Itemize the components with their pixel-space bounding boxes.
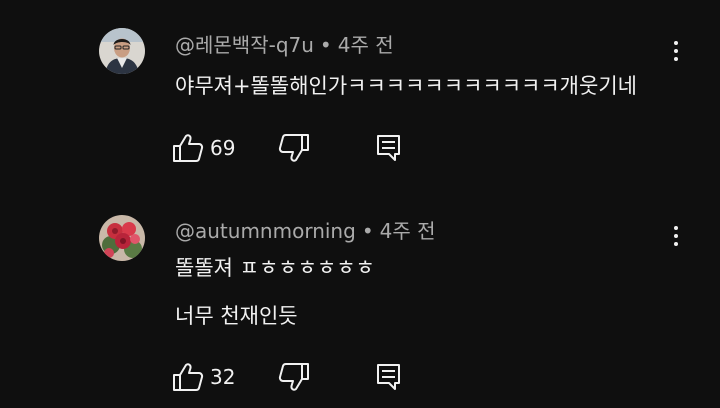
comment-time[interactable]: 4주 전 xyxy=(380,219,436,243)
thumbs-down-icon xyxy=(278,363,309,391)
thumbs-up-icon xyxy=(173,363,204,391)
more-actions-button[interactable] xyxy=(664,36,688,66)
avatar[interactable] xyxy=(99,28,145,74)
rose-avatar-icon xyxy=(99,215,145,261)
comment-item: @레몬백작-q7u • 4주 전 야무져+똘똘해인가ㅋㅋㅋㅋㅋㅋㅋㅋㅋㅋㅋ개웃기네 … xyxy=(0,0,720,190)
meta-separator: • xyxy=(319,33,332,57)
comment-text-line: 똘똘져 ㅍㅎㅎㅎㅎㅎㅎ xyxy=(175,256,375,280)
comment-item: @autumnmorning • 4주 전 똘똘져 ㅍㅎㅎㅎㅎㅎㅎ 너무 천재인듯 … xyxy=(0,190,720,408)
thumbs-down-icon xyxy=(278,134,309,162)
avatar[interactable] xyxy=(99,215,145,261)
meta-separator: • xyxy=(361,219,374,243)
dislike-button[interactable] xyxy=(278,133,310,163)
comment-text-line: 너무 천재인듯 xyxy=(175,304,298,328)
more-vert-icon xyxy=(674,226,678,230)
like-count: 32 xyxy=(210,365,236,389)
person-avatar-icon xyxy=(99,28,145,74)
more-actions-button[interactable] xyxy=(664,221,688,251)
thumbs-up-icon xyxy=(173,134,204,162)
reply-icon xyxy=(377,364,400,390)
more-vert-icon xyxy=(674,41,678,45)
comment-author[interactable]: @autumnmorning xyxy=(175,219,356,243)
comment-actions: 32 xyxy=(172,362,412,392)
like-button[interactable]: 32 xyxy=(172,362,235,392)
comment-author[interactable]: @레몬백작-q7u xyxy=(175,33,314,57)
comment-actions: 69 xyxy=(172,133,412,163)
reply-button[interactable] xyxy=(375,133,403,163)
like-count: 69 xyxy=(210,136,236,160)
dislike-button[interactable] xyxy=(278,362,310,392)
comment-meta: @레몬백작-q7u • 4주 전 xyxy=(175,33,394,57)
reply-button[interactable] xyxy=(375,362,403,392)
comment-time[interactable]: 4주 전 xyxy=(338,33,394,57)
comment-text: 야무져+똘똘해인가ㅋㅋㅋㅋㅋㅋㅋㅋㅋㅋㅋ개웃기네 xyxy=(175,74,637,98)
reply-icon xyxy=(377,135,400,161)
like-button[interactable]: 69 xyxy=(172,133,235,163)
comment-meta: @autumnmorning • 4주 전 xyxy=(175,219,436,243)
